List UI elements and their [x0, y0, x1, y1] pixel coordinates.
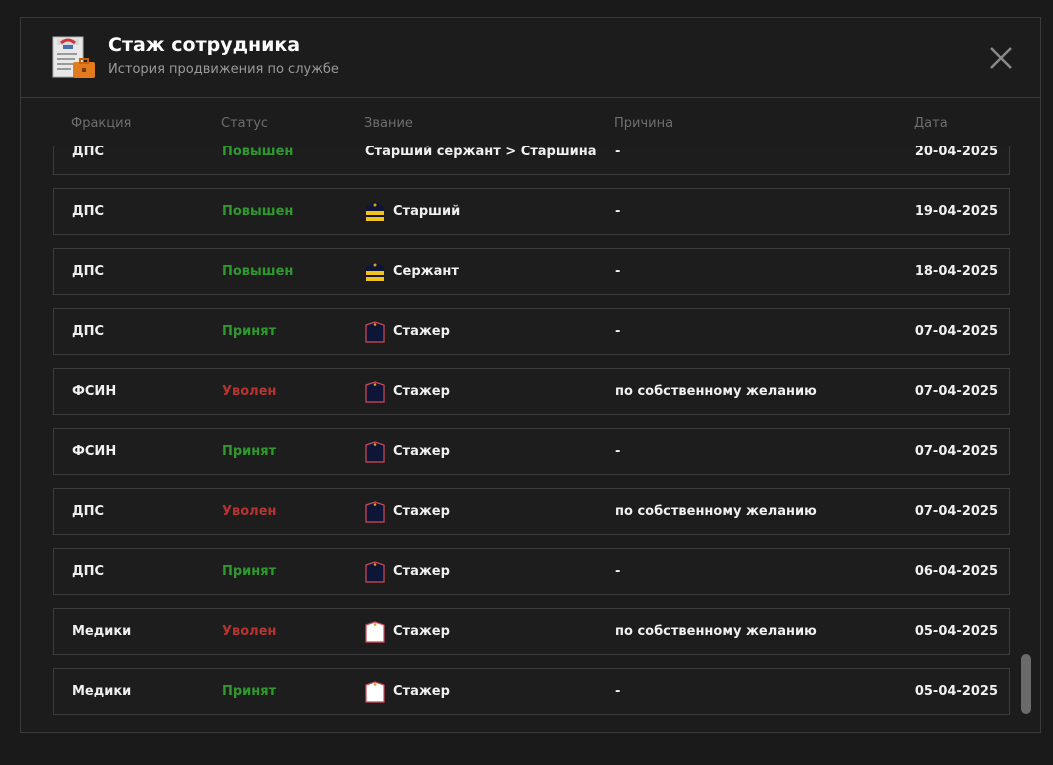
row-reason: по собственному желанию	[615, 384, 817, 399]
close-icon[interactable]	[988, 45, 1014, 71]
row-rank-label: Стажер	[393, 384, 450, 399]
row-date: 19-04-2025	[914, 204, 998, 219]
row-reason: -	[615, 324, 621, 339]
row-rank: Стажер	[365, 369, 450, 414]
table-row[interactable]: ДПС Принят Стажер - 07-04-2025	[53, 308, 1010, 355]
shoulder-strap-white-icon	[365, 620, 385, 643]
row-status: Повышен	[222, 204, 294, 219]
row-reason: по собственному желанию	[615, 624, 817, 639]
table-row[interactable]: ФСИН Уволен Стажер по собственному желанию 0…	[53, 368, 1010, 415]
row-status: Повышен	[222, 264, 294, 279]
modal-title: Стаж сотрудника	[108, 34, 301, 56]
row-reason: -	[615, 444, 621, 459]
row-rank: Стажер	[365, 489, 450, 534]
row-rank: Стажер	[365, 549, 450, 594]
shoulder-strap-gold-icon	[366, 261, 384, 282]
table-row[interactable]: ДПС Повышен Старший - 19-04-2025	[53, 188, 1010, 235]
row-faction: ДПС	[72, 264, 104, 279]
row-date: 07-04-2025	[914, 444, 998, 459]
column-header-reason: Причина	[614, 116, 674, 131]
row-rank: Сержант	[365, 249, 459, 294]
history-table-body[interactable]: ДПС Повышен Старший сержант > Старшина - 20-…	[53, 146, 1011, 732]
row-faction: ФСИН	[72, 384, 117, 399]
seniority-modal: Стаж сотрудника История продвижения по с…	[20, 17, 1041, 733]
row-faction: ДПС	[72, 324, 104, 339]
table-row[interactable]: Медики Уволен Стажер по собственному желани…	[53, 608, 1010, 655]
row-date: 06-04-2025	[914, 564, 998, 579]
row-date: 07-04-2025	[914, 384, 998, 399]
row-faction: ДПС	[72, 564, 104, 579]
row-reason: -	[615, 264, 621, 279]
row-date: 05-04-2025	[914, 684, 998, 699]
table-row[interactable]: ДПС Принят Стажер - 06-04-2025	[53, 548, 1010, 595]
row-rank: Стажер	[365, 429, 450, 474]
row-status: Принят	[222, 684, 277, 699]
row-rank-label: Старший сержант > Старшина	[365, 146, 597, 159]
row-status: Уволен	[222, 624, 277, 639]
row-rank-label: Старший	[393, 204, 461, 219]
row-rank-label: Стажер	[393, 324, 450, 339]
scrollbar-thumb[interactable]	[1021, 654, 1031, 714]
row-date: 05-04-2025	[914, 624, 998, 639]
shoulder-strap-dark-icon	[365, 560, 385, 583]
row-status: Принят	[222, 444, 277, 459]
table-header: Фракция Статус Звание Причина Дата	[21, 98, 1040, 146]
row-faction: ФСИН	[72, 444, 117, 459]
row-date: 07-04-2025	[914, 324, 998, 339]
row-faction: Медики	[72, 624, 132, 639]
row-faction: ДПС	[72, 204, 104, 219]
row-rank-label: Стажер	[393, 564, 450, 579]
column-header-status: Статус	[221, 116, 269, 131]
column-header-faction: Фракция	[71, 116, 132, 131]
row-rank-label: Сержант	[393, 264, 459, 279]
table-row[interactable]: ДПС Повышен Старший сержант > Старшина - 20-…	[53, 146, 1010, 175]
row-rank-label: Стажер	[393, 504, 450, 519]
table-row[interactable]: ФСИН Принят Стажер - 07-04-2025	[53, 428, 1010, 475]
row-date: 18-04-2025	[914, 264, 998, 279]
row-rank-label: Стажер	[393, 624, 450, 639]
column-header-date: Дата	[914, 116, 948, 131]
shoulder-strap-white-icon	[365, 680, 385, 703]
shoulder-strap-dark-icon	[365, 320, 385, 343]
row-rank: Старший	[365, 189, 460, 234]
row-rank-label: Стажер	[393, 684, 450, 699]
row-status: Принят	[222, 324, 277, 339]
row-reason: -	[615, 564, 621, 579]
modal-subtitle: История продвижения по службе	[108, 62, 339, 77]
row-faction: ДПС	[72, 504, 104, 519]
row-faction: ДПС	[72, 146, 104, 159]
row-rank: Стажер	[365, 669, 450, 714]
row-status: Принят	[222, 564, 277, 579]
row-date: 20-04-2025	[914, 146, 998, 159]
table-row[interactable]: ДПС Уволен Стажер по собственному желанию 07…	[53, 488, 1010, 535]
shoulder-strap-dark-icon	[365, 500, 385, 523]
row-reason: -	[615, 204, 621, 219]
row-status: Уволен	[222, 384, 277, 399]
row-rank: Стажер	[365, 309, 450, 354]
shoulder-strap-gold-icon	[366, 201, 384, 222]
row-reason: -	[615, 684, 621, 699]
row-status: Повышен	[222, 146, 294, 159]
table-row[interactable]: ДПС Повышен Сержант - 18-04-2025	[53, 248, 1010, 295]
row-reason: по собственному желанию	[615, 504, 817, 519]
row-rank: Старший сержант > Старшина	[365, 146, 597, 174]
row-rank: Стажер	[365, 609, 450, 654]
row-date: 07-04-2025	[914, 504, 998, 519]
modal-header: Стаж сотрудника История продвижения по с…	[21, 18, 1040, 98]
table-row[interactable]: Медики Принят Стажер - 05-04-2025	[53, 668, 1010, 715]
row-faction: Медики	[72, 684, 132, 699]
row-rank-label: Стажер	[393, 444, 450, 459]
row-status: Уволен	[222, 504, 277, 519]
column-header-rank: Звание	[364, 116, 413, 131]
document-briefcase-icon	[52, 36, 95, 78]
shoulder-strap-dark-icon	[365, 440, 385, 463]
shoulder-strap-dark-icon	[365, 380, 385, 403]
row-reason: -	[615, 146, 621, 159]
